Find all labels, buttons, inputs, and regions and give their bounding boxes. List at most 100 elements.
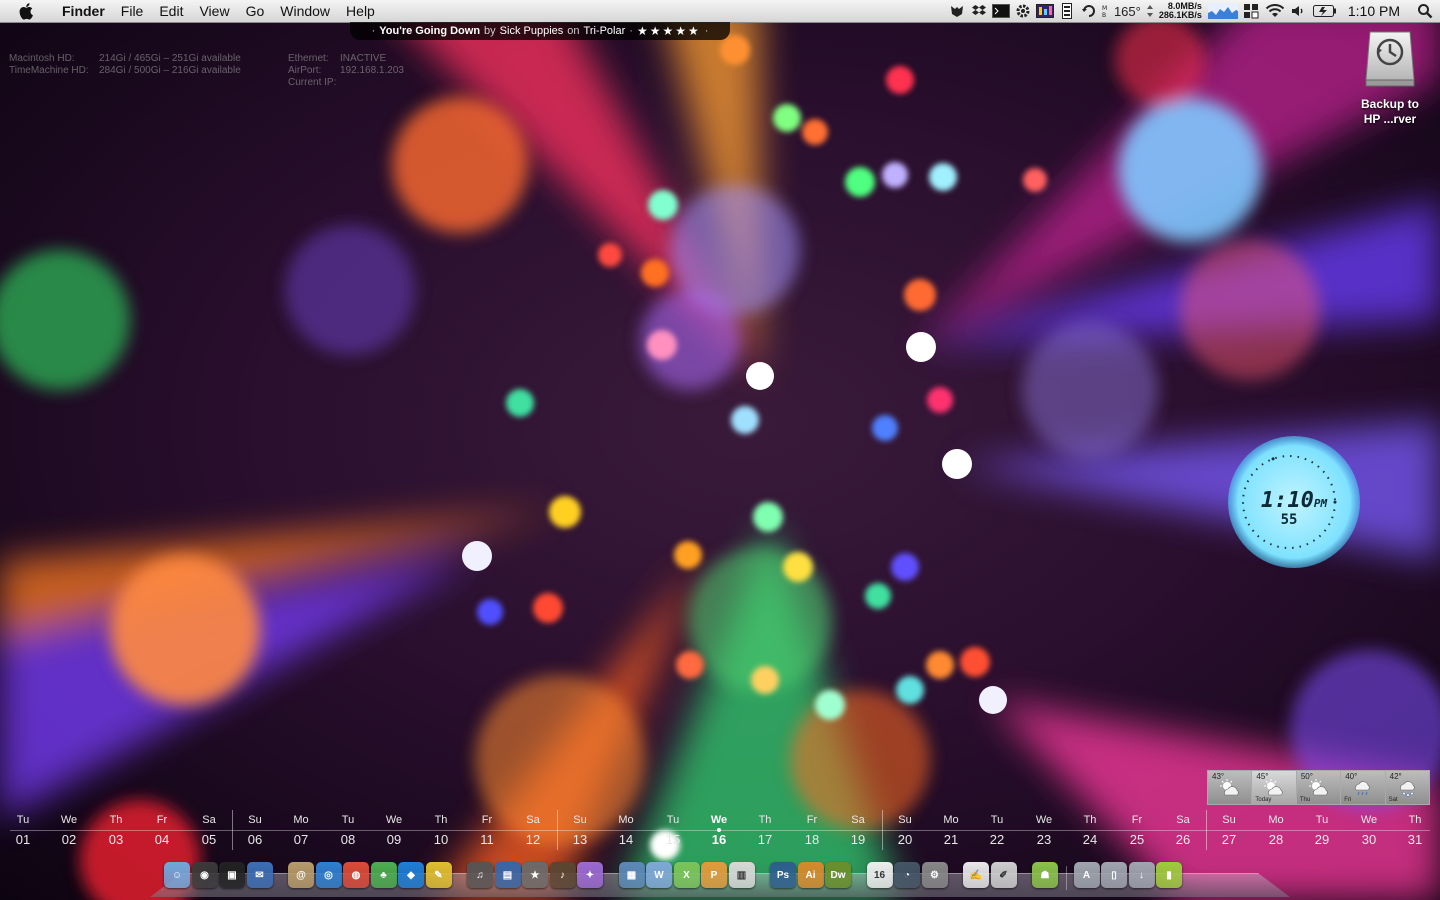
dashboard-icon[interactable]: ◉ [191, 862, 218, 888]
calendar-day[interactable]: We 23 [1022, 806, 1066, 848]
calendar-day[interactable]: Fr 11 [465, 806, 509, 848]
calendar-day[interactable]: Sa 26 [1161, 806, 1205, 848]
calendar-day[interactable]: We 09 [372, 806, 416, 848]
calendar-day[interactable]: Th 17 [743, 806, 787, 848]
weather-day[interactable]: 50° Thu [1296, 771, 1342, 804]
itunes-icon[interactable]: ♫ [467, 862, 493, 888]
word-icon[interactable]: W [646, 862, 672, 888]
system-preferences-icon[interactable]: ⚙ [921, 862, 948, 888]
battery-icon[interactable] [1310, 0, 1340, 22]
calendar-day[interactable]: Su 27 [1207, 806, 1251, 848]
calendar-day-of-week: Su [898, 814, 912, 826]
growl-icon[interactable] [946, 0, 968, 22]
menu-go[interactable]: Go [238, 0, 273, 22]
weather-day[interactable]: 40° Fri [1341, 771, 1386, 804]
downloads-folder-icon[interactable]: ↓ [1128, 862, 1155, 888]
calendar-day[interactable]: Sa 19 [836, 806, 880, 848]
calendar-day[interactable]: Fr 18 [790, 806, 834, 848]
temperature-readout[interactable]: 165° [1110, 4, 1145, 19]
desktop-icon-backup-drive[interactable]: Backup to HP ...rver [1352, 30, 1428, 127]
spaces-icon[interactable] [1240, 0, 1262, 22]
calendar-day[interactable]: Th 10 [419, 806, 463, 848]
photoshop-icon[interactable]: Ps [770, 862, 796, 888]
menu-clock[interactable]: 1:10 PM [1340, 3, 1410, 19]
calendar-day[interactable]: Tu 08 [326, 806, 370, 848]
sync-icon[interactable] [1078, 0, 1100, 22]
notes-icon[interactable]: ✎ [425, 862, 452, 888]
entourage-icon[interactable]: ▥ [728, 862, 755, 888]
memory-icon[interactable] [1056, 0, 1078, 22]
network-throughput[interactable]: 8.0MB/s 286.1KB/s [1155, 2, 1206, 20]
documents-folder-icon[interactable]: ▯ [1101, 862, 1127, 888]
powerpoint-icon[interactable]: P [701, 862, 727, 888]
menu-view[interactable]: View [191, 0, 237, 22]
calendar-day[interactable]: Su 20 [883, 806, 927, 848]
weather-day[interactable]: 43° [1208, 771, 1253, 804]
weather-day[interactable]: 45° Today [1252, 771, 1297, 804]
menu-edit[interactable]: Edit [151, 0, 191, 22]
safari-icon[interactable]: ◎ [315, 862, 342, 888]
volume-icon[interactable] [1288, 0, 1310, 22]
menu-help[interactable]: Help [338, 0, 383, 22]
finder-icon[interactable]: ☺ [164, 862, 190, 888]
chrome-icon[interactable]: ◍ [343, 862, 369, 888]
now-playing-bar[interactable]: · You're Going Down by Sick Puppies on T… [350, 22, 730, 40]
script-editor-icon[interactable]: ✐ [990, 862, 1017, 888]
dropbox-icon[interactable]: ◆ [398, 862, 424, 888]
calendar-day[interactable]: Th 31 [1393, 806, 1437, 848]
dropbox-menu-icon[interactable] [968, 0, 990, 22]
wifi-icon[interactable] [1262, 0, 1288, 22]
calendar-day[interactable]: We 02 [47, 806, 91, 848]
imovie-icon[interactable]: ★ [522, 862, 548, 888]
calendar-day[interactable]: Tu 01 [1, 806, 45, 848]
calendar-day[interactable]: We 16 [697, 806, 741, 848]
menu-window[interactable]: Window [272, 0, 338, 22]
ical-icon[interactable]: 16 [866, 862, 893, 888]
calendar-day[interactable]: Tu 22 [975, 806, 1019, 848]
applications-folder-icon[interactable]: A [1073, 862, 1100, 888]
calendar-day[interactable]: Mo 07 [279, 806, 323, 848]
garageband-icon[interactable]: ♪ [549, 862, 576, 888]
calendar-day[interactable]: Fr 25 [1115, 806, 1159, 848]
now-playing-song: You're Going Down [379, 25, 481, 37]
iphoto-icon[interactable]: ▤ [494, 862, 521, 888]
calendar-day[interactable]: Fr 04 [140, 806, 184, 848]
calendar-day[interactable]: Mo 21 [929, 806, 973, 848]
excel-icon[interactable]: X [673, 862, 700, 888]
calendar-day[interactable]: Th 24 [1068, 806, 1112, 848]
gear-icon[interactable] [1012, 0, 1034, 22]
menu-app-finder[interactable]: Finder [54, 0, 113, 22]
weather-day[interactable]: 42° Sat [1385, 771, 1430, 804]
calendar-day[interactable]: Tu 29 [1300, 806, 1344, 848]
adium-icon[interactable]: ♣ [370, 862, 397, 888]
calendar-day[interactable]: Su 06 [233, 806, 277, 848]
preview-icon[interactable]: ▦ [618, 862, 645, 888]
calendar-day[interactable]: Su 13 [558, 806, 602, 848]
spotlight-search-icon[interactable] [1410, 0, 1440, 22]
calendar-day[interactable]: We 30 [1347, 806, 1391, 848]
calendar-day[interactable]: Tu 15 [651, 806, 695, 848]
trash-icon[interactable]: ▮ [1156, 862, 1182, 888]
text-edit-icon[interactable]: ✍ [963, 862, 989, 888]
photo-booth-icon[interactable]: ▣ [219, 862, 245, 888]
now-playing-rating[interactable]: ★★★★★ [637, 24, 701, 38]
pixelmator-icon[interactable]: ✦ [577, 862, 603, 888]
weather-widget[interactable]: 43° 45° Today 50° Thu 40° Fri 42° Sat [1207, 770, 1430, 805]
calendar-day[interactable]: Mo 14 [604, 806, 648, 848]
network-graph-icon[interactable] [1206, 0, 1240, 22]
calendar-day[interactable]: Th 03 [94, 806, 138, 848]
address-book-icon[interactable]: @ [288, 862, 314, 888]
calendar-day[interactable]: Sa 05 [187, 806, 231, 848]
calendar-day[interactable]: Sa 12 [511, 806, 555, 848]
calendar-day[interactable]: Mo 28 [1254, 806, 1298, 848]
istat-icon[interactable] [1034, 0, 1056, 22]
mail-icon[interactable]: ✉ [246, 862, 273, 888]
clock-widget[interactable]: 1:10PM 55 [1226, 434, 1362, 570]
terminal-icon[interactable] [990, 0, 1012, 22]
time-machine-icon[interactable]: ◔ [894, 862, 920, 888]
apple-menu[interactable] [0, 2, 54, 20]
menu-file[interactable]: File [113, 0, 152, 22]
illustrator-icon[interactable]: Ai [797, 862, 824, 888]
android-icon[interactable]: ☗ [1032, 862, 1058, 888]
dreamweaver-icon[interactable]: Dw [825, 862, 851, 888]
